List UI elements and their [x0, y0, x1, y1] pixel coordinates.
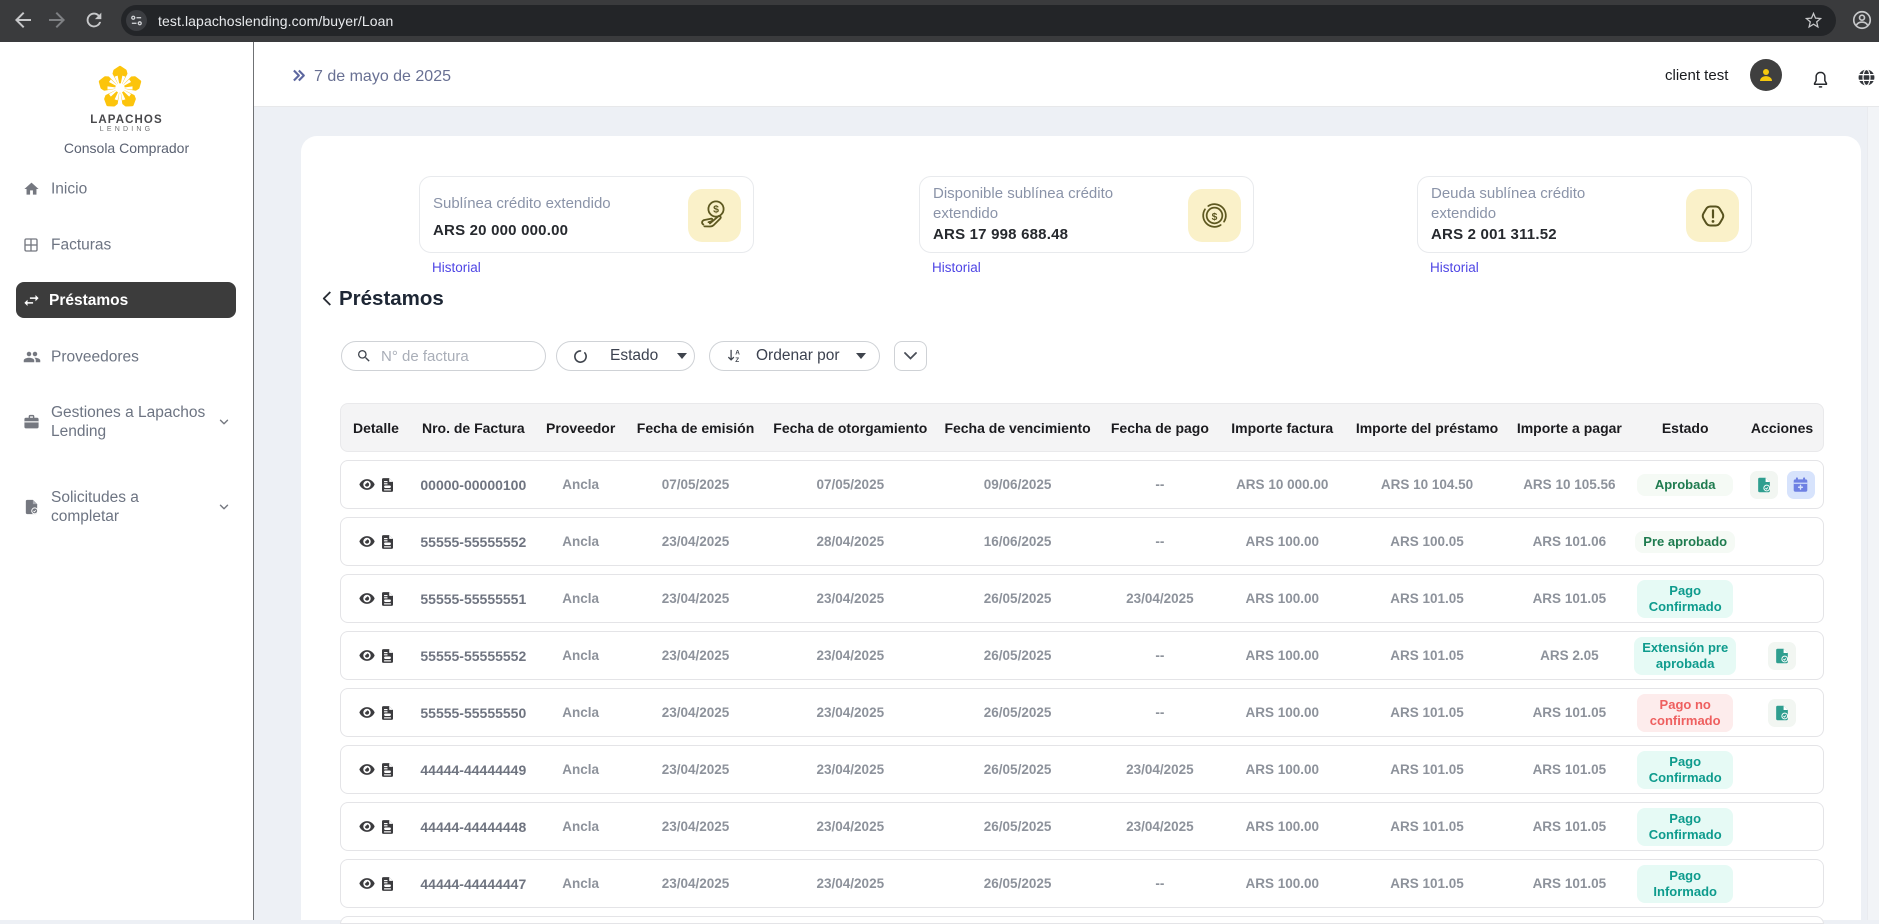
svg-text:Z: Z [735, 357, 739, 364]
svg-text:A: A [735, 349, 740, 356]
svg-text:$: $ [713, 203, 719, 215]
svg-text:$: $ [1212, 212, 1218, 223]
